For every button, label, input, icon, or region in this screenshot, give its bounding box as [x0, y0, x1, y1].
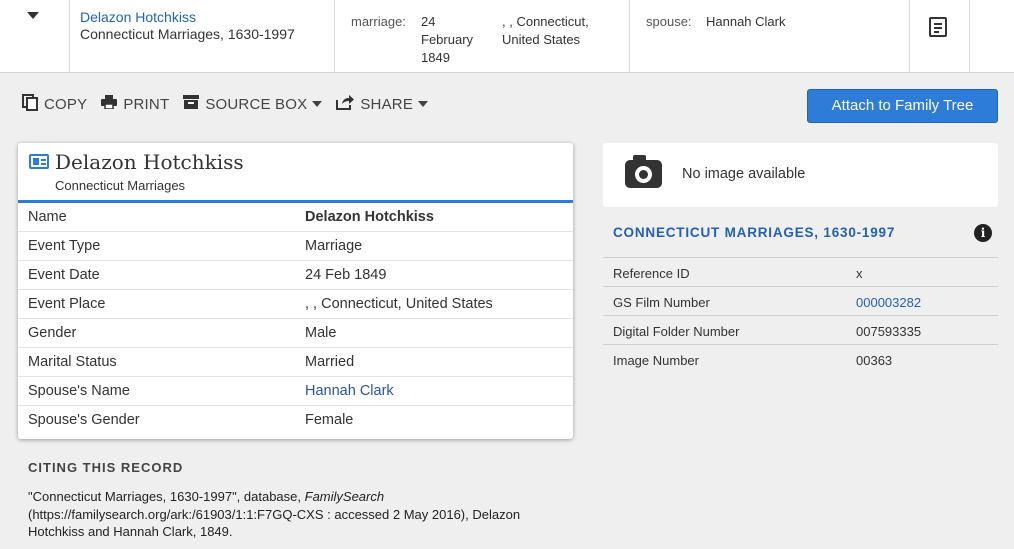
citation-suffix: (https://familysearch.org/ark:/61903/1:1… [28, 506, 521, 540]
table-row: Gender Male [18, 319, 573, 348]
spouse-name-link[interactable]: Hannah Clark [305, 383, 394, 399]
expand-toggle-icon[interactable] [27, 12, 39, 19]
record-subtitle: Connecticut Marriages [55, 178, 186, 193]
notes-icon[interactable] [929, 17, 947, 37]
citation-database-name: FamilySearch [304, 489, 385, 504]
record-title: Delazon Hotchkiss [55, 150, 244, 174]
no-image-message: No image available [682, 166, 806, 182]
share-icon [336, 94, 355, 114]
event-date-line-3: 1849 [421, 50, 450, 65]
result-collection: Connecticut Marriages, 1630-1997 [80, 26, 295, 42]
result-name-link[interactable]: Delazon Hotchkiss [80, 9, 196, 25]
row-value: Female [305, 412, 354, 428]
row-label: Digital Folder Number [613, 324, 740, 339]
citation-heading: CITING THIS RECORD [28, 460, 184, 475]
row-value: Marriage [305, 238, 363, 254]
search-result-row: Delazon Hotchkiss Connecticut Marriages,… [0, 0, 1014, 73]
print-label: PRINT [123, 95, 170, 113]
result-event-cell [334, 0, 630, 73]
record-image-panel: No image available [603, 143, 998, 207]
record-details-table: Name Delazon Hotchkiss Event Type Marriage… [18, 203, 573, 435]
collection-title-link[interactable]: CONNECTICUT MARRIAGES, 1630-1997 [613, 225, 895, 240]
table-row: Reference ID x [603, 258, 998, 287]
row-label: Event Date [28, 267, 100, 283]
table-row: Spouse's Gender Female [18, 406, 573, 435]
event-date-line-1: 24 [421, 14, 436, 29]
print-button[interactable]: PRINT [101, 95, 169, 113]
result-end-cell [969, 0, 1014, 73]
row-label: Image Number [613, 353, 699, 368]
copy-icon [22, 93, 38, 115]
table-row: Spouse's Name Hannah Clark [18, 377, 573, 406]
source-box-icon [183, 95, 200, 113]
spouse-label: spouse: [646, 14, 692, 29]
row-value: 24 Feb 1849 [305, 267, 387, 283]
record-card: Delazon Hotchkiss Connecticut Marriages … [18, 143, 573, 439]
table-row: Image Number 00363 [603, 345, 998, 374]
source-details-table: Reference ID x GS Film Number 000003282 Di… [603, 257, 998, 374]
row-value: Delazon Hotchkiss [305, 209, 434, 225]
event-place-line-1: , , Connecticut, [502, 14, 589, 29]
copy-label: COPY [44, 95, 88, 113]
source-box-label: SOURCE BOX [205, 95, 308, 113]
attach-to-family-tree-button[interactable]: Attach to Family Tree [807, 89, 998, 123]
table-row: Name Delazon Hotchkiss [18, 203, 573, 232]
result-relationship-cell [629, 0, 910, 73]
row-label: Event Place [28, 296, 106, 312]
record-toolbar: COPY PRINT SOURCE BOX SHARE [22, 93, 442, 115]
citation-text: "Connecticut Marriages, 1630-1997", data… [28, 488, 548, 541]
citation-prefix: "Connecticut Marriages, 1630-1997", data… [28, 489, 305, 504]
table-row: Event Type Marriage [18, 232, 573, 261]
row-label: GS Film Number [613, 295, 710, 310]
camera-icon [625, 155, 662, 188]
event-date-line-2: February [421, 32, 474, 47]
info-icon[interactable]: i [974, 224, 992, 242]
chevron-down-icon [418, 101, 429, 107]
table-row: Event Place , , Connecticut, United State… [18, 290, 573, 319]
film-number-link[interactable]: 000003282 [856, 295, 921, 310]
event-label: marriage: [351, 14, 406, 29]
row-label: Spouse's Name [28, 383, 130, 399]
chevron-down-icon [312, 101, 323, 107]
row-label: Gender [28, 325, 77, 341]
event-place-line-2: United States [502, 32, 581, 47]
person-card-icon [29, 154, 49, 169]
share-button[interactable]: SHARE [336, 94, 429, 114]
copy-button[interactable]: COPY [22, 93, 88, 115]
row-label: Marital Status [28, 354, 117, 370]
row-label: Spouse's Gender [28, 412, 140, 428]
row-label: Event Type [28, 238, 101, 254]
record-card-header: Delazon Hotchkiss Connecticut Marriages [18, 143, 573, 203]
table-row: GS Film Number 000003282 [603, 287, 998, 316]
row-value: Male [305, 325, 337, 341]
source-box-button[interactable]: SOURCE BOX [183, 95, 323, 113]
row-value: , , Connecticut, United States [305, 296, 493, 312]
table-row: Event Date 24 Feb 1849 [18, 261, 573, 290]
row-value: 007593335 [856, 324, 922, 339]
row-value: 00363 [856, 353, 893, 368]
row-value: Married [305, 354, 355, 370]
printer-icon [101, 95, 118, 113]
table-row: Marital Status Married [18, 348, 573, 377]
spouse-name: Hannah Clark [706, 14, 786, 29]
row-label: Name [28, 209, 67, 225]
share-label: SHARE [360, 95, 414, 113]
table-row: Digital Folder Number 007593335 [603, 316, 998, 345]
row-label: Reference ID [613, 266, 690, 281]
row-value: x [856, 266, 863, 281]
